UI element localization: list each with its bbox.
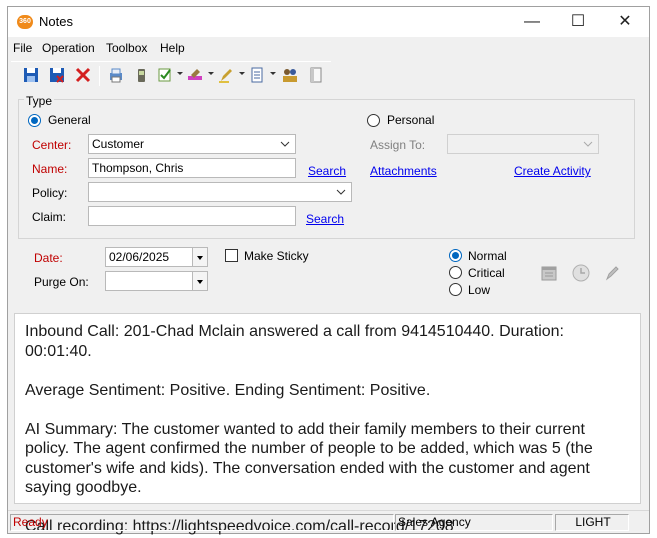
status-bar: Ready Sales Agency LIGHT bbox=[8, 510, 649, 533]
attachments-link[interactable]: Attachments bbox=[370, 164, 437, 178]
purge-on-label: Purge On: bbox=[34, 275, 89, 289]
date-value: 02/06/2025 bbox=[109, 250, 170, 264]
chevron-down-icon bbox=[582, 138, 594, 150]
center-label: Center: bbox=[32, 138, 72, 152]
date-label: Date: bbox=[34, 251, 63, 265]
center-value: Customer bbox=[92, 137, 145, 151]
toolbar bbox=[11, 61, 331, 87]
notes-line: Inbound Call: 201-Chad Mclain answered a… bbox=[25, 323, 564, 360]
document-dropdown-icon[interactable] bbox=[270, 72, 276, 75]
save-close-icon[interactable] bbox=[48, 66, 66, 84]
spellcheck-icon[interactable] bbox=[156, 66, 174, 84]
menu-bar: File Operation Toolbox Help bbox=[8, 39, 649, 59]
menu-file[interactable]: File bbox=[13, 41, 32, 55]
menu-toolbox[interactable]: Toolbox bbox=[106, 41, 147, 55]
chevron-down-icon bbox=[335, 186, 347, 198]
assign-to-select[interactable] bbox=[447, 134, 599, 154]
priority-normal-label: Normal bbox=[468, 249, 507, 263]
menu-operation[interactable]: Operation bbox=[42, 41, 95, 55]
maximize-button[interactable]: ☐ bbox=[556, 9, 600, 35]
notes-line: Average Sentiment: Positive. Ending Sent… bbox=[25, 381, 431, 399]
status-ready: Ready bbox=[10, 514, 394, 531]
status-agency: Sales Agency bbox=[395, 514, 553, 531]
minimize-button[interactable]: — bbox=[510, 9, 554, 35]
app-icon: 360 bbox=[17, 15, 33, 29]
phone-icon[interactable] bbox=[132, 66, 150, 84]
save-icon[interactable] bbox=[22, 66, 40, 84]
general-radio[interactable] bbox=[28, 114, 41, 127]
claim-search-link[interactable]: Search bbox=[306, 212, 344, 226]
edit-pen-icon[interactable] bbox=[602, 263, 622, 283]
users-icon[interactable] bbox=[281, 66, 299, 84]
spellcheck-dropdown-icon[interactable] bbox=[177, 72, 183, 75]
chevron-down-icon bbox=[279, 138, 291, 150]
date-dropdown-icon[interactable] bbox=[192, 248, 207, 266]
pen-dropdown-icon[interactable] bbox=[239, 72, 245, 75]
purge-dropdown-icon[interactable] bbox=[192, 272, 207, 290]
priority-critical-label: Critical bbox=[468, 266, 505, 280]
policy-label: Policy: bbox=[32, 186, 68, 200]
claim-input[interactable] bbox=[88, 206, 296, 226]
pen-icon[interactable] bbox=[217, 66, 235, 84]
make-sticky-checkbox[interactable] bbox=[225, 249, 238, 262]
window-title: Notes bbox=[39, 14, 73, 29]
priority-low-radio[interactable] bbox=[449, 283, 462, 296]
make-sticky-label: Make Sticky bbox=[244, 249, 309, 263]
center-select[interactable]: Customer bbox=[88, 134, 296, 154]
calendar-icon[interactable] bbox=[539, 263, 559, 283]
priority-critical-radio[interactable] bbox=[449, 266, 462, 279]
notes-line: AI Summary: The customer wanted to add t… bbox=[25, 420, 593, 497]
name-input[interactable]: Thompson, Chris bbox=[88, 158, 296, 178]
document-icon[interactable] bbox=[248, 66, 266, 84]
create-activity-link[interactable]: Create Activity bbox=[514, 164, 591, 178]
notes-window: 360 Notes — ☐ ✕ File Operation Toolbox H… bbox=[7, 6, 650, 535]
date-picker[interactable]: 02/06/2025 bbox=[105, 247, 208, 267]
menu-help[interactable]: Help bbox=[160, 41, 185, 55]
claim-label: Claim: bbox=[32, 210, 67, 224]
policy-select[interactable] bbox=[88, 182, 352, 202]
purge-on-picker[interactable] bbox=[105, 271, 208, 291]
name-search-link[interactable]: Search bbox=[308, 164, 346, 178]
general-label: General bbox=[48, 113, 91, 127]
priority-low-label: Low bbox=[468, 283, 491, 297]
page-icon[interactable] bbox=[307, 66, 325, 84]
clock-icon[interactable] bbox=[571, 263, 591, 283]
close-button[interactable]: ✕ bbox=[603, 9, 647, 35]
highlight-dropdown-icon[interactable] bbox=[208, 72, 214, 75]
status-theme: LIGHT bbox=[555, 514, 629, 531]
personal-label: Personal bbox=[387, 113, 435, 127]
assign-to-label: Assign To: bbox=[370, 138, 426, 152]
print-icon[interactable] bbox=[107, 66, 125, 84]
priority-normal-radio[interactable] bbox=[449, 249, 462, 262]
delete-icon[interactable] bbox=[74, 66, 92, 84]
highlight-icon[interactable] bbox=[186, 66, 204, 84]
personal-radio[interactable] bbox=[367, 114, 380, 127]
title-bar: 360 Notes — ☐ ✕ bbox=[8, 7, 649, 37]
toolbar-separator bbox=[99, 66, 100, 86]
notes-textarea[interactable]: Inbound Call: 201-Chad Mclain answered a… bbox=[14, 313, 641, 535]
type-group-label: Type bbox=[24, 94, 55, 108]
name-label: Name: bbox=[32, 162, 68, 176]
